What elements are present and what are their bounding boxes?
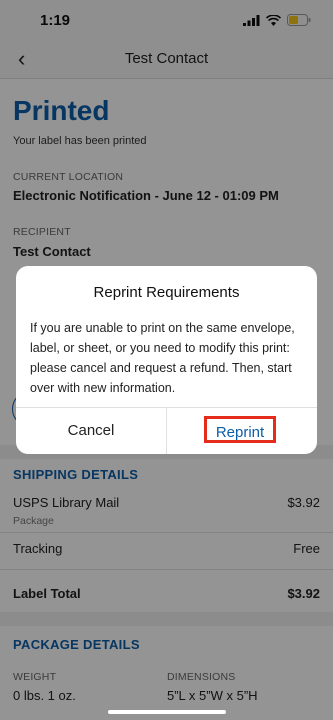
cancel-button[interactable]: Cancel	[16, 407, 166, 454]
reprint-button[interactable]: Reprint	[204, 416, 276, 443]
reprint-requirements-dialog: Reprint Requirements If you are unable t…	[16, 266, 317, 454]
dialog-message: If you are unable to print on the same e…	[30, 321, 295, 395]
home-indicator[interactable]	[108, 710, 226, 714]
dialog-title: Reprint Requirements	[93, 284, 240, 301]
reprint-button-area[interactable]: Reprint	[167, 407, 317, 454]
